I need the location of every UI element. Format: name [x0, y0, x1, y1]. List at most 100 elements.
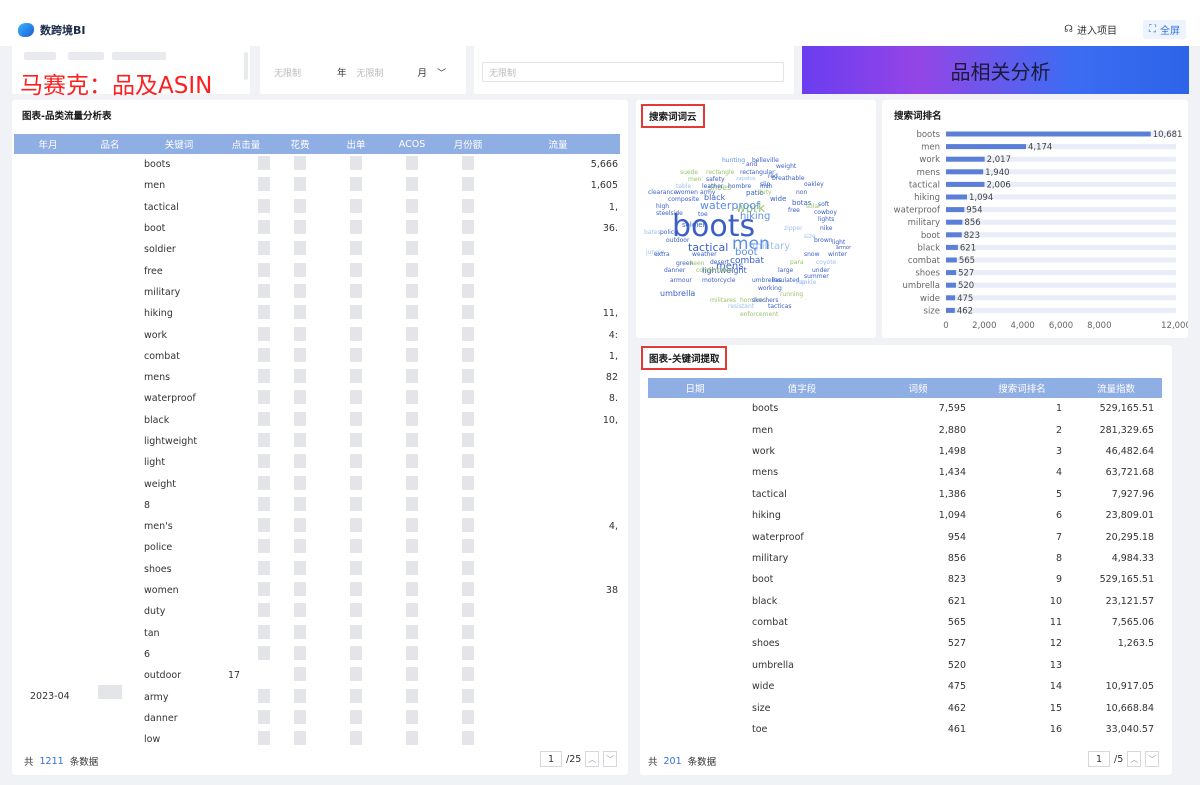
- date-cell: [648, 398, 742, 419]
- cloud-word[interactable]: free: [788, 208, 800, 214]
- cloud-word[interactable]: steelside: [656, 211, 683, 217]
- cloud-word[interactable]: ankle: [800, 280, 816, 286]
- table-row[interactable]: military 856 8 4,984.33: [648, 548, 1162, 569]
- cloud-word[interactable]: umbrella: [660, 290, 695, 298]
- cloud-word[interactable]: nike: [820, 226, 832, 232]
- column-header[interactable]: ACOS: [384, 134, 440, 154]
- cloud-word[interactable]: hiking: [740, 212, 770, 222]
- cloud-word[interactable]: soldier: [682, 222, 705, 229]
- cloud-word[interactable]: oakley: [804, 182, 824, 188]
- cloud-word[interactable]: zapatos: [736, 177, 756, 182]
- cloud-word[interactable]: large: [778, 268, 793, 274]
- column-header[interactable]: 流量指数: [1070, 378, 1162, 398]
- column-header[interactable]: 日期: [648, 378, 742, 398]
- filter-input[interactable]: 无限制: [482, 62, 784, 82]
- table-row[interactable]: boots 7,595 1 529,165.51: [648, 398, 1162, 419]
- keyword-cell: work: [144, 329, 167, 341]
- cloud-word[interactable]: hombre: [728, 184, 751, 190]
- table-row[interactable]: black 621 10 23,121.57: [648, 591, 1162, 612]
- cloud-word[interactable]: hunting: [722, 158, 745, 164]
- column-header[interactable]: 出单: [328, 134, 384, 154]
- cloud-word[interactable]: police: [660, 230, 678, 236]
- rank-cell: 5: [1055, 488, 1062, 500]
- cloud-word[interactable]: non: [796, 190, 807, 196]
- chevron-down-icon[interactable]: ﹀: [437, 66, 446, 79]
- table-row[interactable]: mens 1,434 4 63,721.68: [648, 462, 1162, 483]
- column-header[interactable]: 流量: [496, 134, 620, 154]
- masked-cell: [272, 559, 328, 580]
- footer-prefix: 共: [648, 757, 658, 768]
- column-header[interactable]: 花费: [272, 134, 328, 154]
- cloud-word[interactable]: weather: [692, 252, 717, 258]
- date-select[interactable]: 无限制 年 无限制 月 ﹀: [268, 62, 462, 82]
- app-logo[interactable]: 数跨境BI: [18, 22, 85, 38]
- cloud-word[interactable]: tacticas: [768, 304, 791, 310]
- table-row[interactable]: tactical 1,386 5 7,927.96: [648, 484, 1162, 505]
- cloud-word[interactable]: bates: [644, 230, 661, 236]
- cloud-word[interactable]: brown: [814, 238, 833, 244]
- table-row[interactable]: size 462 15 10,668.84: [648, 697, 1162, 718]
- cloud-word[interactable]: danner: [664, 268, 685, 274]
- chevron-down-icon[interactable]: ﹀: [1145, 751, 1160, 767]
- chevron-down-icon[interactable]: ﹀: [603, 751, 618, 767]
- fullscreen-button[interactable]: ⛶ 全屏: [1143, 20, 1186, 39]
- table-row[interactable]: waterproof 954 7 20,295.18: [648, 526, 1162, 547]
- cloud-word[interactable]: and: [746, 162, 757, 168]
- table-row[interactable]: combat 565 11 7,565.06: [648, 612, 1162, 633]
- cloud-word[interactable]: weight: [776, 164, 796, 170]
- cloud-word[interactable]: composite: [668, 197, 699, 203]
- table-row[interactable]: umbrella 520 13: [648, 655, 1162, 676]
- cloud-word[interactable]: comfortable: [696, 268, 732, 274]
- table-row[interactable]: toe 461 16 33,040.57: [648, 719, 1162, 740]
- masked-value: [406, 560, 418, 575]
- cloud-word[interactable]: running: [780, 292, 803, 298]
- cloud-word[interactable]: enforcement: [740, 312, 778, 318]
- cloud-word[interactable]: motorcycle: [702, 278, 735, 284]
- cloud-word[interactable]: wide: [770, 196, 786, 203]
- masked-value: [294, 624, 306, 639]
- page-input[interactable]: 1: [1088, 751, 1110, 767]
- cloud-word[interactable]: resistant: [728, 304, 754, 310]
- table-row[interactable]: 2023-04 boots 5,666: [14, 154, 620, 702]
- cloud-word[interactable]: working: [758, 286, 782, 292]
- masked-cell: [384, 303, 440, 324]
- traffic-cell: 4:: [608, 329, 618, 341]
- traffic-cell: [496, 729, 620, 750]
- table-row[interactable]: work 1,498 3 46,482.64: [648, 441, 1162, 462]
- cloud-word[interactable]: army: [700, 190, 715, 196]
- cloud-word[interactable]: winter: [828, 252, 847, 258]
- column-header[interactable]: 年月: [14, 134, 82, 154]
- cloud-word[interactable]: desert: [710, 260, 729, 266]
- page-input[interactable]: 1: [540, 751, 562, 767]
- cloud-word[interactable]: coyote: [816, 260, 836, 266]
- column-header[interactable]: 月份额: [440, 134, 496, 154]
- cloud-word[interactable]: red: [768, 174, 778, 180]
- cloud-word[interactable]: snow: [804, 252, 820, 258]
- cloud-word[interactable]: para: [790, 260, 804, 266]
- table-row[interactable]: men 2,880 2 281,329.65: [648, 419, 1162, 440]
- cloud-word[interactable]: outdoor: [666, 238, 689, 244]
- data-label: 823: [964, 231, 980, 241]
- chevron-up-icon[interactable]: ︿: [585, 751, 600, 767]
- table-row[interactable]: shoes 527 12 1,263.5: [648, 633, 1162, 654]
- column-header[interactable]: 搜索词排名: [974, 378, 1070, 398]
- masked-value: [258, 369, 270, 384]
- table-row[interactable]: hiking 1,094 6 23,809.01: [648, 505, 1162, 526]
- cloud-word[interactable]: zipper: [784, 226, 803, 232]
- table-row[interactable]: wide 475 14 10,917.05: [648, 676, 1162, 697]
- column-header[interactable]: 点击量: [220, 134, 272, 154]
- cloud-word[interactable]: lights: [818, 217, 834, 223]
- cloud-word[interactable]: combat: [730, 257, 764, 266]
- chevron-up-icon[interactable]: ︿: [1127, 751, 1142, 767]
- enter-project-button[interactable]: ☊ 进入项目: [1064, 22, 1117, 37]
- column-header[interactable]: 值字段: [742, 378, 862, 398]
- cloud-word[interactable]: armour: [670, 278, 692, 284]
- cloud-word[interactable]: extra: [654, 252, 670, 258]
- column-header[interactable]: 关键词: [138, 134, 220, 154]
- column-header[interactable]: 品名: [82, 134, 138, 154]
- masked-cell: [384, 686, 440, 707]
- column-header[interactable]: 词频: [862, 378, 974, 398]
- masked-value: [462, 645, 474, 660]
- cloud-word[interactable]: toe: [698, 212, 708, 218]
- table-row[interactable]: boot 823 9 529,165.51: [648, 569, 1162, 590]
